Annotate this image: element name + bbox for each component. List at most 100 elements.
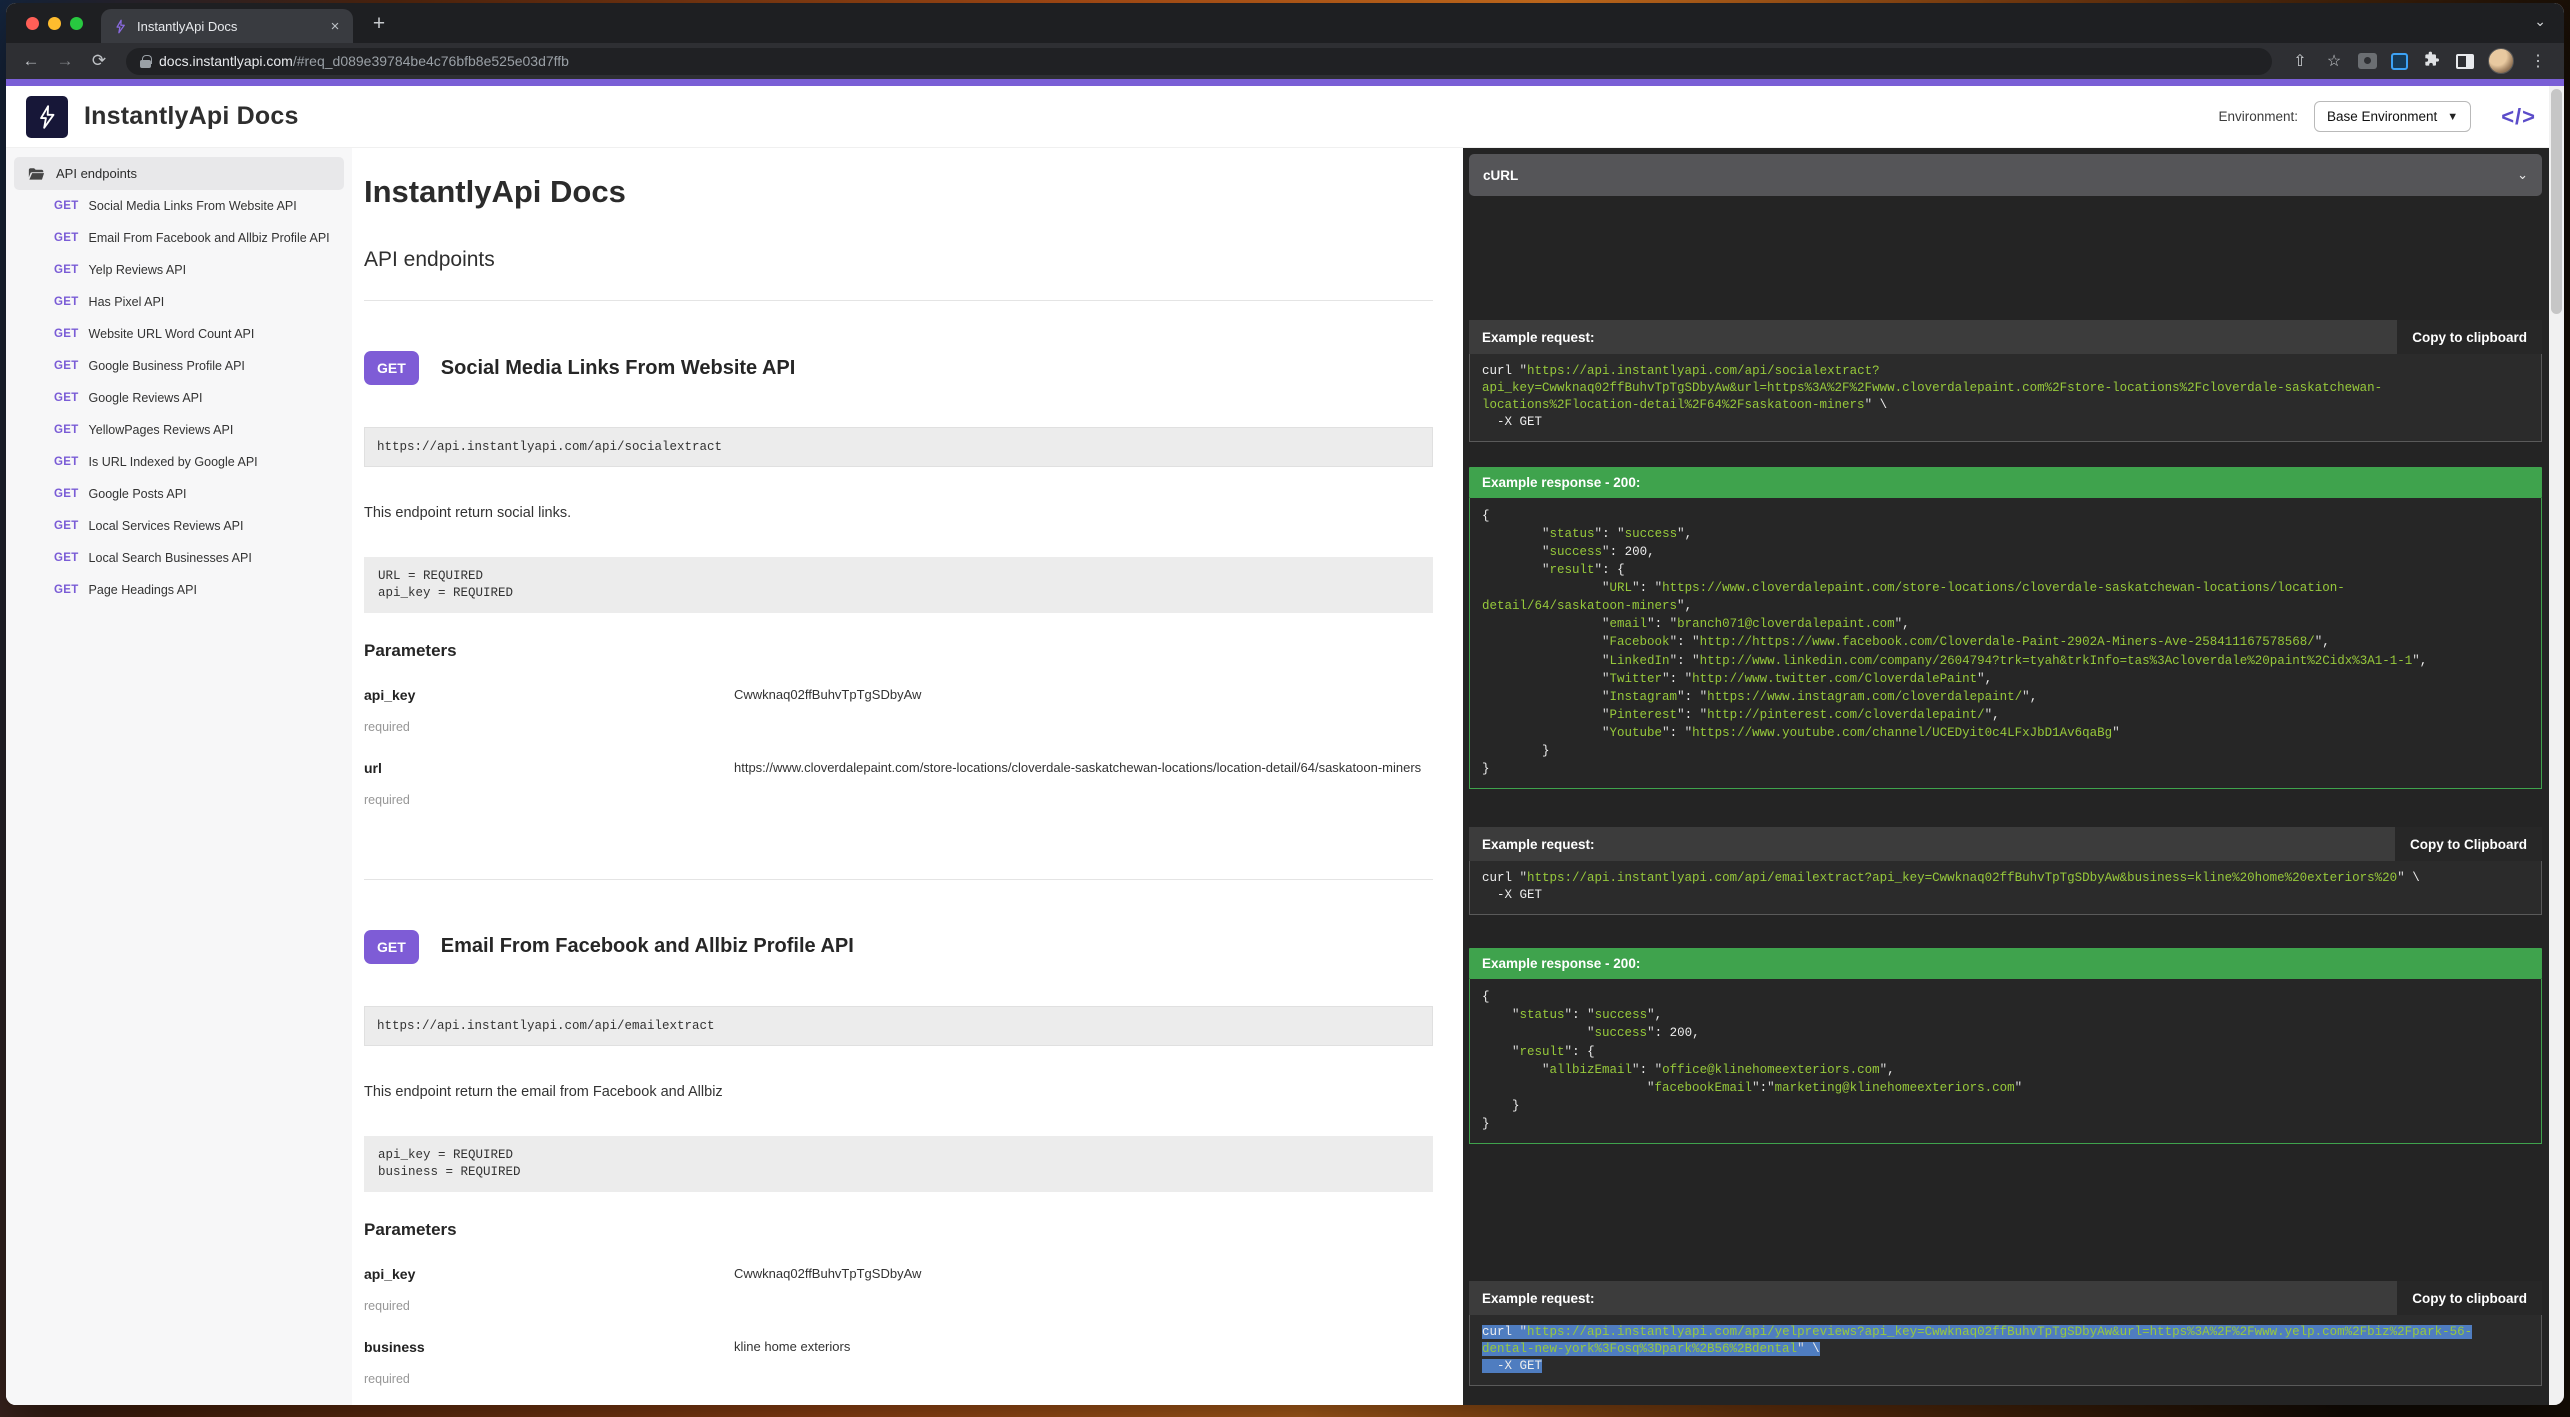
browser-tab[interactable]: InstantlyApi Docs × — [101, 9, 353, 43]
sidebar-item-yellowpages-reviews-api[interactable]: GET YellowPages Reviews API — [6, 414, 352, 446]
method-badge: GET — [364, 929, 419, 964]
sidebar-item-label: Website URL Word Count API — [88, 327, 255, 341]
sidebar-item-is-url-indexed-by-google-api[interactable]: GET Is URL Indexed by Google API — [6, 446, 352, 478]
code-line: curl "https://api.instantlyapi.com/api/s… — [1482, 363, 2529, 380]
address-bar[interactable]: docs.instantlyapi.com/#req_d089e39784be4… — [126, 47, 2272, 75]
capture-extension-icon[interactable] — [2391, 52, 2408, 70]
code-line: detail/64/saskatoon-miners", — [1482, 597, 2529, 615]
code-line-text: curl "https://api.instantlyapi.com/api/e… — [1482, 871, 2420, 886]
code-line: "success": 200, — [1482, 543, 2529, 561]
sidebar-item-yelp-reviews-api[interactable]: GET Yelp Reviews API — [6, 254, 352, 286]
tab-search-chevron-icon[interactable]: ⌄ — [2534, 13, 2546, 30]
code-view-toggle[interactable]: </> — [2501, 104, 2536, 130]
sidebar-item-label: Email From Facebook and Allbiz Profile A… — [88, 231, 330, 245]
code-line: { — [1482, 988, 2529, 1006]
code-line-text: "email": "branch071@cloverdalepaint.com"… — [1602, 617, 1910, 632]
code-line: "result": { — [1482, 1043, 2529, 1061]
share-icon[interactable]: ⇧ — [2290, 51, 2310, 71]
section-header: GET Email From Facebook and Allbiz Profil… — [364, 929, 1433, 964]
sidebar-item-page-headings-api[interactable]: GET Page Headings API — [6, 574, 352, 606]
environment-value: Base Environment — [2326, 109, 2438, 124]
endpoint-url: https://api.instantlyapi.com/api/emailex… — [364, 1005, 1433, 1046]
close-window-button[interactable] — [26, 16, 39, 30]
url-host: docs.instantlyapi.com — [159, 53, 293, 69]
code-line: } — [1482, 760, 2529, 778]
method-badge: GET — [54, 232, 79, 244]
chevron-down-icon: ▼ — [2447, 110, 2459, 123]
lock-icon — [140, 54, 152, 68]
code-line-text: "URL": "https://www.cloverdalepaint.com/… — [1602, 581, 2345, 595]
sidebar-item-google-posts-api[interactable]: GET Google Posts API — [6, 478, 352, 510]
example-block-header: Example request: Copy to clipboard — [1469, 1281, 2542, 1316]
forward-button[interactable]: → — [50, 47, 80, 75]
copy-to-clipboard-button[interactable]: Copy to clipboard — [2397, 1281, 2542, 1316]
example-block-header: Example response - 200: — [1469, 466, 2542, 498]
sidebar-item-email-from-facebook-and-allbiz-profile-api[interactable]: GET Email From Facebook and Allbiz Profil… — [6, 222, 352, 254]
code-line-text: { — [1482, 990, 1490, 1005]
sidebar-item-website-url-word-count-api[interactable]: GET Website URL Word Count API — [6, 318, 352, 350]
sidebar-item-social-media-links-from-website-api[interactable]: GET Social Media Links From Website API — [6, 190, 352, 222]
tab-close-icon[interactable]: × — [327, 18, 343, 35]
required-params-block: api_key = REQUIRED business = REQUIRED — [364, 1135, 1433, 1192]
sidebar-item-label: YellowPages Reviews API — [88, 423, 234, 437]
code-line-text: { — [1482, 508, 1490, 523]
code-line-text: "facebookEmail":"marketing@klinehomeexte… — [1647, 1080, 2023, 1095]
page-scrollbar[interactable] — [2549, 86, 2564, 1405]
reload-button[interactable]: ⟳ — [84, 47, 114, 75]
sidebar-item-google-reviews-api[interactable]: GET Google Reviews API — [6, 382, 352, 414]
code-line: -X GET — [1482, 1358, 2529, 1375]
minimize-window-button[interactable] — [48, 16, 61, 30]
bookmark-star-icon[interactable]: ☆ — [2324, 51, 2344, 71]
back-button[interactable]: ← — [16, 47, 46, 75]
sidebar-item-label: Page Headings API — [88, 583, 197, 597]
camera-extension-icon[interactable] — [2358, 53, 2377, 69]
parameter-name-cell: api_key required — [364, 687, 734, 734]
code-line: "Facebook": "http://https://www.facebook… — [1482, 633, 2529, 651]
extensions-puzzle-icon[interactable] — [2422, 51, 2442, 72]
sidebar-header-label: API endpoints — [56, 166, 137, 181]
app-body: API endpoints GET Social Media Links From… — [6, 148, 2564, 1405]
code-block: curl "https://api.instantlyapi.com/api/e… — [1469, 861, 2542, 916]
parameters-heading: Parameters — [364, 640, 457, 660]
profile-avatar[interactable] — [2488, 48, 2514, 74]
browser-toolbar: ← → ⟳ docs.instantlyapi.com/#req_d089e39… — [6, 43, 2564, 79]
environment-select[interactable]: Base Environment ▼ — [2313, 101, 2472, 132]
example-request-block: Example request: Copy to clipboard curl "h… — [1469, 320, 2542, 442]
example-block-label: Example response - 200: — [1482, 474, 1641, 490]
code-line: "status": "success", — [1482, 525, 2529, 543]
sidebar-item-label: Google Reviews API — [88, 391, 203, 405]
sidebar-header-api-endpoints[interactable]: API endpoints — [14, 157, 344, 190]
language-selector[interactable]: cURL ⌄ — [1469, 154, 2542, 196]
code-line-text: } — [1482, 762, 1490, 777]
example-block-label: Example response - 200: — [1482, 956, 1641, 972]
code-line: locations%2Flocation-detail%2F64%2Fsaska… — [1482, 397, 2529, 414]
sidebar-item-label: Google Posts API — [88, 487, 187, 501]
example-block-header: Example response - 200: — [1469, 948, 2542, 980]
sidebar-item-local-services-reviews-api[interactable]: GET Local Services Reviews API — [6, 510, 352, 542]
method-badge: GET — [364, 351, 419, 385]
sidebar-item-has-pixel-api[interactable]: GET Has Pixel API — [6, 286, 352, 318]
example-request-block: Example request: Copy to Clipboard curl "h… — [1469, 827, 2542, 916]
fullscreen-window-button[interactable] — [70, 16, 83, 30]
new-tab-button[interactable]: + — [365, 10, 393, 38]
copy-to-clipboard-button[interactable]: Copy to Clipboard — [2395, 827, 2542, 862]
code-line-text: "Facebook": "http://https://www.facebook… — [1602, 635, 2330, 650]
code-line: "email": "branch071@cloverdalepaint.com"… — [1482, 615, 2529, 633]
sidebar-item-local-search-businesses-api[interactable]: GET Local Search Businesses API — [6, 542, 352, 574]
method-badge: GET — [54, 392, 79, 404]
code-line: "result": { — [1482, 561, 2529, 579]
copy-to-clipboard-button[interactable]: Copy to clipboard — [2397, 320, 2542, 354]
method-badge: GET — [54, 456, 79, 468]
tab-title: InstantlyApi Docs — [137, 18, 238, 34]
example-block-label: Example request: — [1482, 329, 1595, 345]
parameter-name: api_key — [364, 686, 416, 703]
code-line: dental-new-york%3Fosq%3Dpark%2B56%2Bdent… — [1482, 1341, 2529, 1358]
scrollbar-thumb[interactable] — [2551, 89, 2562, 314]
method-badge: GET — [54, 424, 79, 436]
menu-kebab-icon[interactable]: ⋮ — [2528, 51, 2548, 71]
sidebar: API endpoints GET Social Media Links From… — [6, 148, 352, 1405]
parameter-name: business — [364, 1338, 425, 1355]
chevron-down-icon: ⌄ — [2517, 167, 2528, 182]
sidebar-item-google-business-profile-api[interactable]: GET Google Business Profile API — [6, 350, 352, 382]
side-panel-icon[interactable] — [2456, 53, 2474, 69]
